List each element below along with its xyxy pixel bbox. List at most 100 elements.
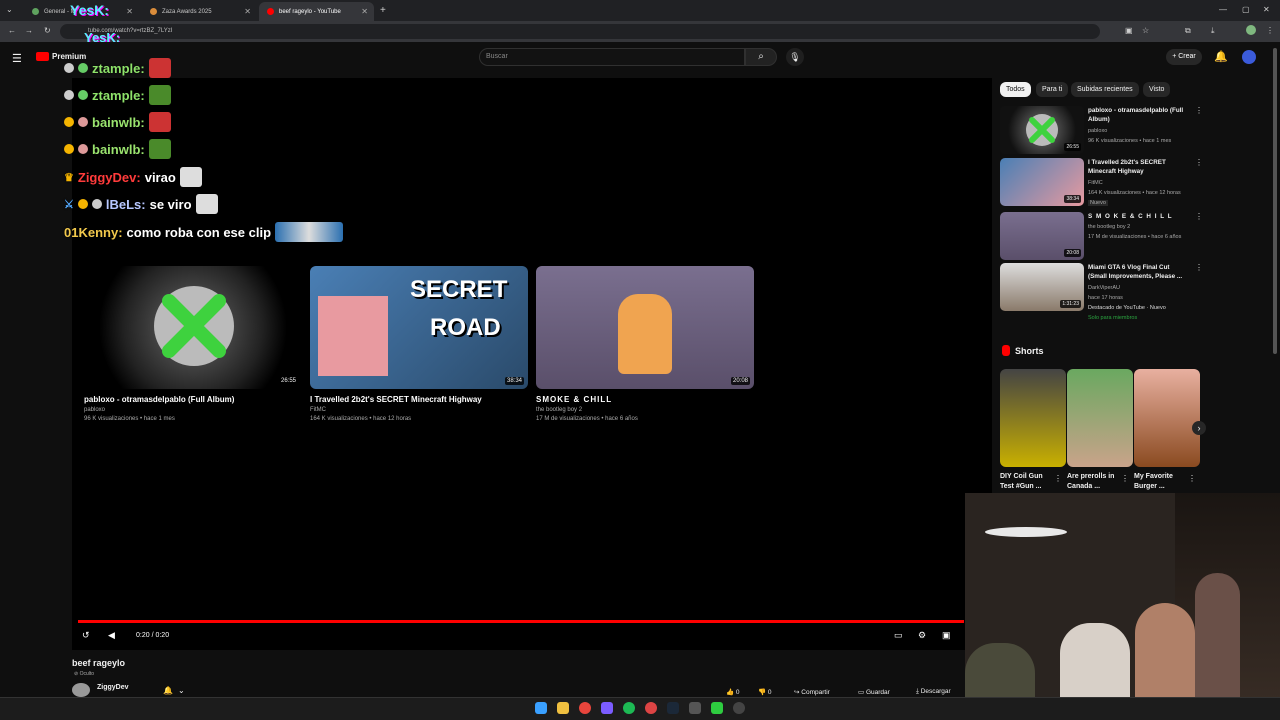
menu-kebab-icon[interactable]: ⋮: [1266, 26, 1274, 35]
xbox-logo-icon: [154, 286, 234, 366]
chat-text: virao: [144, 169, 176, 185]
crown-icon: ♛: [64, 171, 74, 184]
back-icon[interactable]: ←: [8, 26, 16, 35]
media-player-icon[interactable]: [733, 702, 745, 714]
chip-para-ti[interactable]: Para ti: [1036, 82, 1069, 97]
chevron-right-icon[interactable]: ›: [1192, 421, 1206, 435]
search-icon[interactable]: ⌕: [745, 48, 777, 66]
address-bar[interactable]: tube.com/watch?v=rtzBZ_7LYzI: [60, 24, 1100, 39]
short-thumbnail[interactable]: [1067, 369, 1133, 467]
more-options-icon[interactable]: ⋮: [1054, 474, 1062, 483]
short-title[interactable]: Are prerolls in Canada ...: [1067, 472, 1123, 492]
hamburger-menu-icon[interactable]: ☰: [12, 52, 22, 65]
close-icon[interactable]: ✕: [126, 7, 133, 16]
video-title: SMOKE & CHILL: [536, 395, 613, 404]
microphone-icon[interactable]: 🎙: [786, 48, 804, 66]
forward-icon[interactable]: →: [25, 26, 33, 35]
profile-avatar[interactable]: [1246, 25, 1256, 35]
badge-icon: [78, 117, 88, 127]
badge-icon: [64, 90, 74, 100]
short-thumbnail[interactable]: [1134, 369, 1200, 467]
close-icon[interactable]: ✕: [361, 7, 368, 16]
recommended-video[interactable]: 38:34 I Travelled 2b2t's SECRET Minecraf…: [1000, 158, 1203, 206]
more-options-icon[interactable]: ⋮: [1121, 474, 1129, 483]
discord-icon[interactable]: [601, 702, 613, 714]
search-input[interactable]: Buscar: [479, 48, 745, 66]
more-options-icon[interactable]: ⋮: [1195, 212, 1203, 221]
download-label: Descargar: [920, 688, 951, 695]
progress-bar[interactable]: [78, 620, 964, 623]
windows-start-icon[interactable]: [535, 702, 547, 714]
thumbs-down-icon: 👎: [758, 689, 767, 696]
new-tab-icon[interactable]: +: [380, 5, 386, 16]
settings-gear-icon[interactable]: ⚙: [918, 630, 926, 641]
extension-icon[interactable]: ▣: [1125, 26, 1133, 35]
like-button[interactable]: 👍 0: [726, 688, 740, 696]
chrome-icon[interactable]: [579, 702, 591, 714]
video-thumbnail: SECRET ROAD 38:34: [310, 266, 528, 389]
chat-message: ⚔ lBeLs: se viro: [64, 194, 218, 214]
browser-tab-active[interactable]: beef rageylo - YouTube ✕: [259, 2, 374, 21]
chip-subidas-recientes[interactable]: Subidas recientes: [1071, 82, 1139, 97]
file-explorer-icon[interactable]: [557, 702, 569, 714]
video-meta: 96 K visualizaciones • hace 1 mes: [1088, 138, 1172, 144]
steam-icon[interactable]: [667, 702, 679, 714]
create-button[interactable]: + Crear: [1166, 49, 1202, 65]
emote-icon: [179, 167, 202, 187]
star-icon[interactable]: ☆: [1142, 26, 1149, 35]
dislike-button[interactable]: 👎 0: [758, 688, 772, 696]
chat-username: ztample:: [92, 87, 145, 103]
tab-label: beef rageylo - YouTube: [279, 8, 341, 15]
app-icon[interactable]: [645, 702, 657, 714]
chat-message: bainwlb:: [64, 112, 171, 132]
download-icon[interactable]: ⤓: [1211, 26, 1215, 36]
more-options-icon[interactable]: ⋮: [1188, 474, 1196, 483]
download-icon: ⤓: [916, 688, 919, 695]
video-duration: 38:34: [504, 377, 524, 385]
chat-message: bainwlb:: [64, 139, 171, 159]
endscreen-video-card[interactable]: 20:08 SMOKE & CHILL the bootleg boy 2 17…: [536, 266, 754, 422]
window-close-icon[interactable]: ✕: [1263, 5, 1270, 14]
endscreen-video-card[interactable]: SECRET ROAD 38:34 I Travelled 2b2t's SEC…: [310, 266, 528, 422]
endscreen-video-card[interactable]: 26:55 pabloxo - otramasdelpablo (Full Al…: [84, 266, 302, 422]
chip-visto[interactable]: Visto: [1143, 82, 1171, 97]
notification-bell-icon[interactable]: 🔔: [163, 686, 173, 695]
extensions-puzzle-icon[interactable]: ⧉: [1185, 26, 1191, 36]
short-title[interactable]: DIY Coil Gun Test #Gun ...: [1000, 472, 1056, 492]
save-button[interactable]: ▭ Guardar: [858, 688, 890, 696]
minimize-icon[interactable]: —: [1219, 5, 1227, 14]
subtitles-icon[interactable]: ▭: [894, 630, 903, 641]
miniplayer-icon[interactable]: ▣: [942, 630, 951, 641]
short-title[interactable]: My Favorite Burger ...: [1134, 472, 1190, 492]
maximize-icon[interactable]: ▢: [1242, 5, 1250, 14]
recommended-video[interactable]: 20:08 S M O K E & C H I L L the bootleg …: [1000, 212, 1203, 260]
recommended-video[interactable]: 26:55 pabloxo - otramasdelpablo (Full Al…: [1000, 106, 1203, 154]
browser-tab[interactable]: Zaza Awards 2025 ✕: [142, 2, 257, 21]
more-options-icon[interactable]: ⋮: [1195, 106, 1203, 115]
tab-search-icon[interactable]: ⌄: [6, 5, 13, 14]
account-avatar[interactable]: [1242, 50, 1256, 64]
more-options-icon[interactable]: ⋮: [1195, 158, 1203, 167]
close-icon[interactable]: ✕: [244, 7, 251, 16]
replay-icon[interactable]: ↺: [82, 630, 90, 641]
volume-icon[interactable]: ◀: [108, 630, 115, 641]
app-icon[interactable]: [689, 702, 701, 714]
video-channel: FitMC: [310, 407, 326, 413]
emote-icon: [148, 85, 171, 105]
kick-icon[interactable]: [711, 702, 723, 714]
channel-name[interactable]: ZiggyDev: [97, 684, 129, 691]
short-thumbnail[interactable]: [1000, 369, 1066, 467]
recommended-video[interactable]: 1:31:23 Miami GTA 6 Vlog Final Cut (Smal…: [1000, 263, 1203, 321]
share-button[interactable]: ↪ Compartir: [794, 688, 830, 696]
more-options-icon[interactable]: ⋮: [1195, 263, 1203, 272]
video-thumbnail: 1:31:23: [1000, 263, 1084, 311]
dislike-count: 0: [767, 689, 772, 696]
download-button[interactable]: ⤓ Descargar: [916, 688, 951, 696]
chip-todos[interactable]: Todos: [1000, 82, 1031, 97]
notifications-bell-icon[interactable]: 🔔: [1214, 50, 1228, 63]
scrollbar[interactable]: [1273, 48, 1277, 354]
reload-icon[interactable]: ↻: [44, 26, 51, 35]
channel-avatar[interactable]: [72, 683, 90, 697]
spotify-icon[interactable]: [623, 702, 635, 714]
chevron-down-icon[interactable]: ⌄: [178, 686, 185, 695]
